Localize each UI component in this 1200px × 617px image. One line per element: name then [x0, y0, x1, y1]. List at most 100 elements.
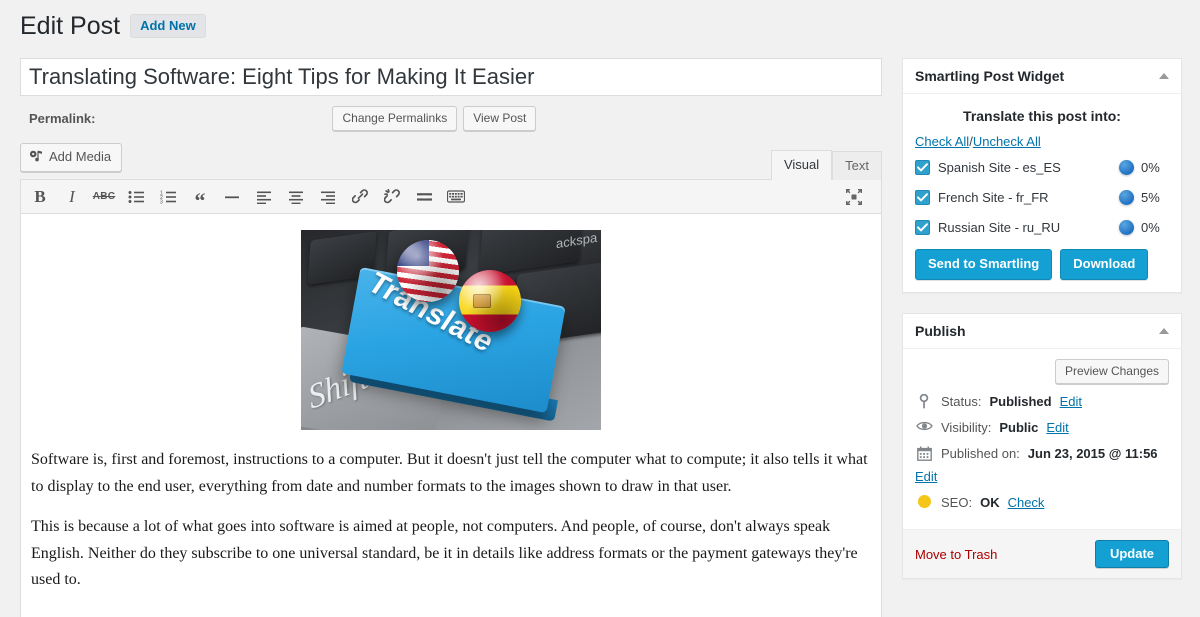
italic-icon[interactable]: I: [57, 183, 87, 211]
download-button[interactable]: Download: [1060, 249, 1149, 280]
editor-column: Permalink: Change Permalinks View Post A…: [20, 58, 882, 617]
locale-row-french: French Site - fr_FR 5%: [915, 185, 1169, 209]
smartling-actions: Send to Smartling Download: [915, 249, 1169, 280]
status-label: Status:: [941, 394, 982, 409]
seo-check-link[interactable]: Check: [1008, 495, 1045, 510]
locale-name: Spanish Site - es_ES: [938, 159, 1061, 175]
update-button[interactable]: Update: [1094, 540, 1169, 568]
check-all-link[interactable]: Check All: [915, 134, 969, 149]
published-label: Published on:: [941, 446, 1020, 461]
post-image-container[interactable]: ackspa Shift Translate: [31, 230, 871, 439]
publish-box: Publish Preview Changes Status: Publishe…: [902, 313, 1182, 579]
chevron-up-icon[interactable]: [1159, 328, 1169, 334]
post-title-input[interactable]: [20, 58, 882, 96]
editor-box: B I ABC 123 “ ackspa Shift Translate Sof…: [20, 179, 882, 617]
publish-box-title: Publish: [915, 323, 966, 339]
smartling-widget-body: Translate this post into: Check All/Unch…: [903, 94, 1181, 292]
numbered-list-icon[interactable]: 123: [153, 183, 183, 211]
post-paragraph: This is because a lot of what goes into …: [31, 518, 858, 588]
visibility-label: Visibility:: [941, 420, 992, 435]
locale-name: Russian Site - ru_RU: [938, 219, 1061, 235]
publish-footer: Move to Trash Update: [903, 529, 1181, 578]
add-media-label: Add Media: [49, 149, 112, 164]
smartling-widget-title: Smartling Post Widget: [915, 68, 1065, 84]
bold-icon[interactable]: B: [25, 183, 55, 211]
uncheck-all-link[interactable]: Uncheck All: [973, 134, 1041, 149]
sidebar: Smartling Post Widget Translate this pos…: [902, 58, 1182, 599]
visibility-line: Visibility: Public Edit: [915, 420, 1169, 435]
horizontal-rule-icon[interactable]: [217, 183, 247, 211]
tab-text[interactable]: Text: [832, 151, 882, 181]
seo-status-dot-icon: [915, 495, 933, 508]
locale-checkbox-spanish[interactable]: [915, 159, 930, 175]
progress-percent: 0%: [1141, 219, 1160, 235]
translate-keyboard-image: ackspa Shift Translate: [301, 230, 601, 430]
status-value: Published: [989, 394, 1052, 409]
sphere-gloss: [397, 240, 459, 302]
bullet-list-icon[interactable]: [121, 183, 151, 211]
editor-content[interactable]: ackspa Shift Translate Software is, firs…: [21, 214, 881, 617]
locale-checkbox-french[interactable]: [915, 189, 930, 205]
us-flag-sphere: [397, 240, 459, 302]
visibility-edit-link[interactable]: Edit: [1046, 420, 1068, 435]
insert-read-more-icon[interactable]: [409, 183, 439, 211]
spain-flag-sphere: [459, 270, 521, 332]
publish-box-body: Preview Changes Status: Published Edit V…: [903, 349, 1181, 529]
smartling-widget-header: Smartling Post Widget: [903, 59, 1181, 94]
smartling-post-widget: Smartling Post Widget Translate this pos…: [902, 58, 1182, 293]
translate-heading: Translate this post into:: [963, 108, 1121, 124]
chevron-up-icon[interactable]: [1159, 73, 1169, 79]
calendar-icon: [915, 446, 933, 461]
permalink-buttons: Change Permalinks View Post: [332, 106, 537, 131]
add-media-button[interactable]: Add Media: [20, 143, 123, 172]
progress-dot-icon: [1119, 189, 1134, 205]
tab-visual[interactable]: Visual: [770, 150, 833, 181]
progress-dot-icon: [1119, 159, 1134, 175]
permalink-row: Permalink: Change Permalinks View Post: [20, 96, 882, 136]
visibility-value: Public: [999, 420, 1039, 435]
post-paragraph: Software is, first and foremost, instruc…: [31, 451, 868, 495]
seo-label: SEO:: [941, 495, 973, 510]
align-center-icon[interactable]: [281, 183, 311, 211]
sphere-gloss: [459, 270, 521, 332]
locale-checkbox-russian[interactable]: [915, 219, 930, 235]
insert-link-icon[interactable]: [345, 183, 375, 211]
strikethrough-icon[interactable]: ABC: [89, 183, 119, 211]
permalink-label: Permalink:: [29, 111, 96, 126]
editor-toolbar: B I ABC 123 “: [21, 180, 881, 214]
preview-row: Preview Changes: [915, 359, 1169, 384]
published-edit-link[interactable]: Edit: [915, 469, 1169, 484]
status-line: Status: Published Edit: [915, 394, 1169, 409]
svg-text:3: 3: [160, 199, 163, 204]
media-row: Add Media: [20, 143, 882, 172]
add-new-button[interactable]: Add New: [130, 14, 206, 38]
move-to-trash-link[interactable]: Move to Trash: [915, 547, 997, 562]
align-left-icon[interactable]: [249, 183, 279, 211]
eye-icon: [915, 420, 933, 432]
publish-box-header: Publish: [903, 314, 1181, 349]
blockquote-icon[interactable]: “: [185, 183, 215, 212]
unlink-icon[interactable]: [377, 183, 407, 211]
progress-percent: 5%: [1141, 189, 1160, 205]
published-on-line: Published on: Jun 23, 2015 @ 11:56 Edit: [915, 446, 1169, 484]
media-icon: [29, 150, 43, 164]
seo-line: SEO: OK Check: [915, 495, 1169, 510]
page-header: Edit Post Add New: [20, 10, 206, 42]
preview-changes-button[interactable]: Preview Changes: [1054, 359, 1169, 384]
send-to-smartling-button[interactable]: Send to Smartling: [915, 249, 1053, 280]
editor-mode-tabs: Visual Text: [770, 150, 882, 181]
locale-row-spanish: Spanish Site - es_ES 0%: [915, 155, 1169, 179]
page-title: Edit Post: [20, 12, 121, 40]
toggle-toolbar-icon[interactable]: [441, 183, 471, 211]
change-permalinks-button[interactable]: Change Permalinks: [332, 106, 458, 131]
locale-row-russian: Russian Site - ru_RU 0%: [915, 215, 1169, 239]
published-value: Jun 23, 2015 @ 11:56: [1027, 446, 1158, 461]
locale-name: French Site - fr_FR: [938, 189, 1049, 205]
progress-dot-icon: [1119, 219, 1134, 235]
view-post-button[interactable]: View Post: [463, 106, 537, 131]
post-status-pin-icon: [915, 394, 933, 409]
status-edit-link[interactable]: Edit: [1060, 394, 1082, 409]
progress-percent: 0%: [1141, 159, 1160, 175]
distraction-free-icon[interactable]: [839, 183, 869, 211]
align-right-icon[interactable]: [313, 183, 343, 211]
